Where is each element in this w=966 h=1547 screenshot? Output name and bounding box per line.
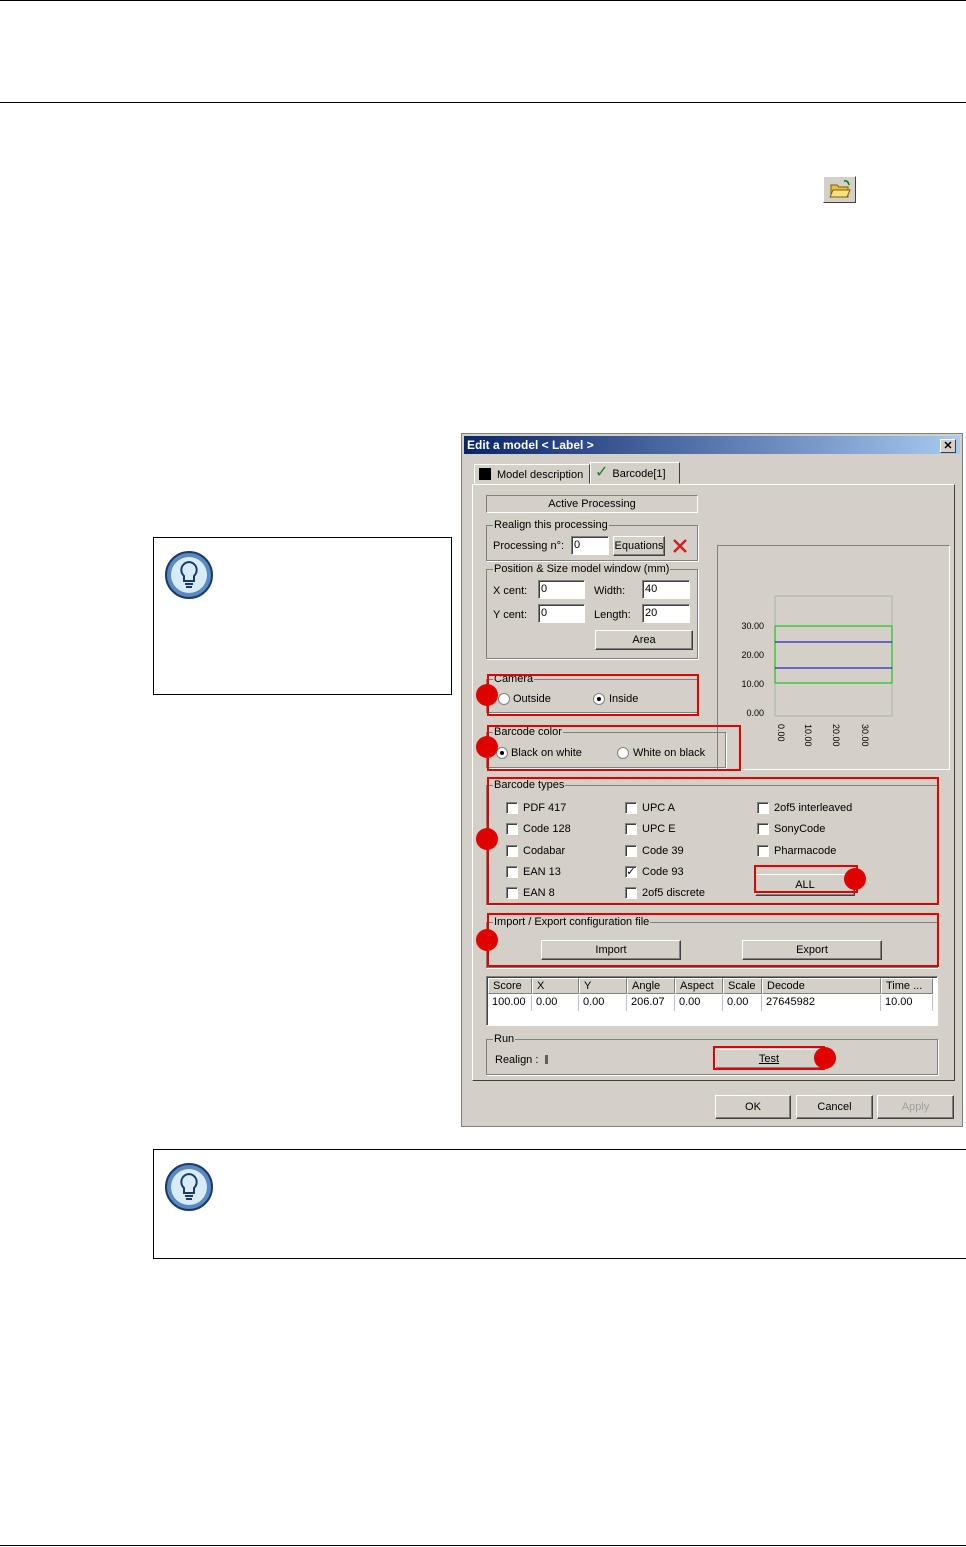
table-header-cell[interactable]: Decode	[762, 978, 881, 994]
table-cell: 0.00	[723, 995, 762, 1011]
annotation-camera-box	[487, 674, 699, 716]
annotation-barcode-types-box	[487, 777, 939, 905]
table-header-cell[interactable]: Score	[488, 978, 532, 994]
annotation-test-box	[713, 1046, 825, 1070]
lightbulb-icon	[165, 1163, 213, 1211]
tab-label: Barcode[1]	[612, 468, 666, 480]
run-group: Run Realign : Test	[486, 1032, 938, 1075]
annotation-barcode-color-box	[487, 725, 741, 771]
table-header-cell[interactable]: Angle	[627, 978, 675, 994]
table-header-cell[interactable]: Scale	[723, 978, 762, 994]
annotation-all-button-box	[754, 865, 858, 893]
length-label: Length:	[594, 609, 631, 621]
active-processing-header: Active Processing	[486, 495, 698, 513]
x-tick-label: 30.00	[860, 724, 870, 747]
annotation-marker-camera	[476, 684, 498, 706]
y-tick-label: 0.00	[746, 708, 764, 718]
length-input[interactable]: 20	[642, 604, 690, 623]
annotation-marker-test	[814, 1047, 836, 1069]
dialog-title: Edit a model < Label >	[467, 438, 594, 452]
y-tick-label: 10.00	[741, 679, 764, 689]
annotation-marker-barcode-types	[476, 828, 498, 850]
realign-indicator-icon	[545, 1055, 548, 1064]
equations-button[interactable]: Equations	[613, 536, 665, 556]
xcent-input[interactable]: 0	[538, 580, 585, 599]
y-tick-label: 30.00	[741, 621, 764, 631]
table-header-cell[interactable]: X	[532, 978, 579, 994]
cancel-button[interactable]: Cancel	[796, 1095, 873, 1119]
table-cell: 0.00	[532, 995, 579, 1011]
table-cell: 100.00	[488, 995, 532, 1011]
edit-model-dialog: Edit a model < Label > ✕ Model descripti…	[461, 433, 963, 1127]
apply-button[interactable]: Apply	[877, 1095, 954, 1119]
lightbulb-icon	[165, 551, 213, 599]
ycent-input[interactable]: 0	[538, 604, 585, 623]
table-cell: 27645982	[762, 995, 881, 1011]
tip-box-2	[153, 1149, 966, 1259]
table-cell: 0.00	[579, 995, 627, 1011]
y-tick-label: 20.00	[741, 650, 764, 660]
processing-label: Processing n°:	[493, 540, 565, 552]
annotation-marker-barcode-color	[476, 736, 498, 758]
processing-input[interactable]: 0	[571, 536, 609, 555]
x-tick-label: 10.00	[803, 724, 813, 747]
annotation-marker-all	[844, 868, 866, 890]
realign-group: Realign this processing Processing n°: 0…	[486, 518, 698, 561]
position-size-group: Position & Size model window (mm) X cent…	[486, 562, 698, 659]
width-input[interactable]: 40	[642, 580, 690, 599]
tab-barcode[interactable]: ✓ Barcode[1]	[590, 462, 680, 484]
header-bottom-rule	[0, 102, 966, 103]
position-group-label: Position & Size model window (mm)	[493, 562, 671, 576]
checkmark-icon: ✓	[595, 464, 609, 481]
annotation-import-export-box	[487, 913, 939, 967]
ycent-label: Y cent:	[493, 609, 528, 621]
ok-button[interactable]: OK	[715, 1095, 791, 1119]
annotation-marker-import-export	[476, 929, 498, 951]
tab-label: Model description	[497, 469, 584, 481]
xcent-label: X cent:	[493, 585, 528, 597]
table-header-cell[interactable]: Y	[579, 978, 627, 994]
model-icon	[479, 468, 491, 481]
table-header-cell[interactable]: Aspect	[675, 978, 723, 994]
realign-group-label: Realign this processing	[493, 518, 609, 532]
preview-chart-svg: 30.00 20.00 10.00 0.00 0.00 10.00 20.00 30.00	[741, 595, 893, 747]
table-header-cell[interactable]: Time ...	[881, 978, 933, 994]
header-top-rule	[0, 0, 966, 1]
dialog-titlebar: Edit a model < Label > ✕	[464, 436, 960, 454]
table-cell: 206.07	[627, 995, 675, 1011]
preview-chart: 30.00 20.00 10.00 0.00 0.00 10.00 20.00 30.00	[717, 545, 950, 770]
results-table[interactable]: Score X Y Angle Aspect Scale Decode Time ... 10…	[486, 976, 938, 1026]
realign-run-label: Realign :	[495, 1054, 539, 1066]
close-button[interactable]: ✕	[940, 439, 956, 453]
tab-model-description[interactable]: Model description	[474, 464, 590, 484]
x-tick-label: 20.00	[831, 724, 841, 747]
area-button[interactable]: Area	[595, 630, 693, 650]
tip-box-1	[153, 537, 452, 695]
run-group-label: Run	[493, 1032, 516, 1046]
open-folder-icon[interactable]	[823, 176, 856, 203]
width-label: Width:	[594, 585, 626, 597]
footer-rule	[0, 1545, 966, 1546]
table-cell: 10.00	[881, 995, 933, 1011]
table-cell: 0.00	[675, 995, 723, 1011]
x-tick-label: 0.00	[776, 724, 786, 742]
delete-x-icon[interactable]	[671, 537, 689, 555]
